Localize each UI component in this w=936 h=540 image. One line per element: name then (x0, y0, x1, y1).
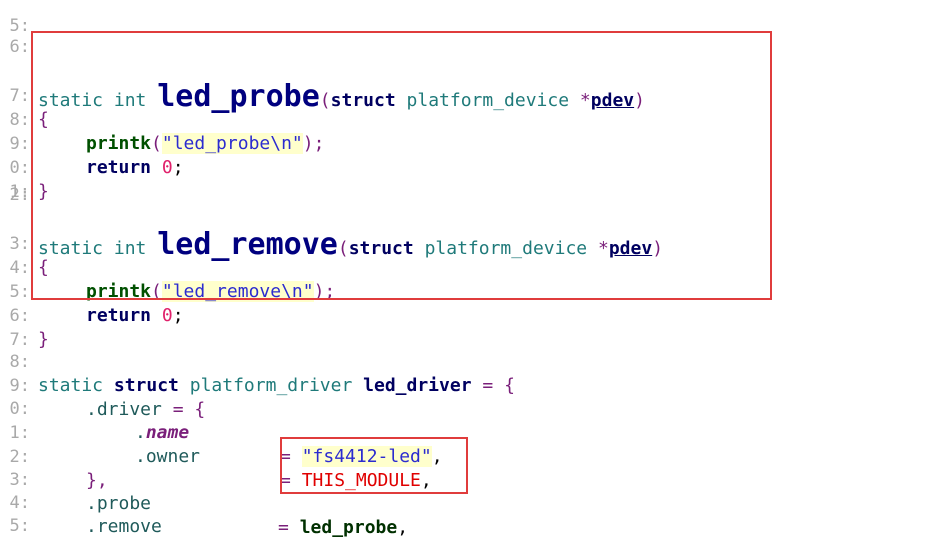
brace: { (194, 399, 206, 420)
code-text: .driver = { (86, 398, 205, 422)
code-line: 4: printk("led_remove\n"); (0, 232, 335, 302)
operator: = (482, 375, 494, 396)
keyword: int (113, 238, 147, 259)
type-name: platform_device (406, 90, 570, 111)
function-call: printk (86, 281, 152, 302)
string-literal: "led_probe\n" (161, 133, 303, 154)
code-line: 1: (0, 156, 43, 202)
comma: , (397, 517, 409, 538)
code-line: 0: } (0, 132, 49, 202)
semicolon: ; (172, 305, 184, 326)
field-dot: . (135, 422, 146, 443)
code-text: .owner (135, 445, 200, 469)
number-literal: 0 (161, 157, 173, 178)
field-name: .owner (135, 446, 201, 467)
operator: = (280, 446, 291, 467)
keyword: struct (330, 90, 396, 111)
code-line: 6: static int led_probe(struct platform_… (0, 32, 645, 112)
brace: }, (86, 470, 108, 491)
code-text: .probe (86, 492, 151, 516)
paren: ( (337, 238, 349, 259)
code-line: 0: .name = "fs4412-led", (0, 373, 443, 467)
operator: = (172, 399, 184, 420)
parameter: pdev (590, 90, 635, 111)
operator: = (280, 470, 291, 491)
code-line: 5: }; (0, 490, 60, 540)
function-name: led_remove (157, 227, 338, 262)
field-name: .probe (86, 493, 152, 514)
keyword: return (86, 157, 152, 178)
brace: { (504, 375, 515, 396)
field-name: .driver (86, 399, 162, 420)
code-line: 4: .remove = led_remove, (0, 467, 162, 537)
paren: ) (652, 238, 664, 259)
code-text: printk("led_probe\n"); (86, 132, 324, 156)
type-name: platform_device (424, 238, 588, 259)
paren: ( (319, 90, 331, 111)
string-literal: "led_remove\n" (161, 281, 314, 302)
function-name: led_probe (157, 79, 320, 114)
code-text: .name (135, 421, 189, 445)
code-text: = led_probe, (278, 516, 408, 540)
comma: , (420, 470, 432, 491)
operator: = (278, 517, 289, 538)
semicolon: ; (172, 157, 184, 178)
keyword: struct (348, 238, 414, 259)
keyword: static (38, 375, 104, 396)
identifier: led_probe (299, 517, 398, 538)
identifier: led_driver (363, 375, 472, 396)
line-number: 6: (9, 37, 30, 57)
code-line: 7: { (0, 60, 49, 130)
operator: * (597, 238, 609, 259)
code-line: 2: }, (0, 421, 108, 491)
code-text: static struct platform_driver led_driver… (38, 374, 515, 398)
code-text: return 0; (86, 304, 184, 328)
parameter: pdev (608, 238, 653, 259)
code-line: 6: } (0, 280, 49, 350)
code-text: = "fs4412-led", (280, 445, 443, 469)
code-line: 1: .owner = THIS_MODULE, (0, 397, 432, 491)
code-editor[interactable]: 5: 6: static int led_probe(struct platfo… (0, 0, 936, 540)
code-line: 8: static struct platform_driver led_dri… (0, 326, 515, 396)
paren: ); (313, 281, 336, 302)
keyword: int (113, 90, 147, 111)
paren: ( (151, 281, 162, 302)
function-call: printk (86, 133, 152, 154)
paren: ); (302, 133, 325, 154)
code-text: = THIS_MODULE, (280, 469, 432, 493)
code-text: static int led_probe(struct platform_dev… (38, 82, 645, 114)
type-name: platform_driver (189, 375, 353, 396)
paren: ( (151, 133, 162, 154)
number-literal: 0 (161, 305, 173, 326)
code-text: }, (86, 469, 108, 493)
keyword: return (86, 305, 152, 326)
comma: , (431, 446, 443, 467)
macro: THIS_MODULE (301, 470, 421, 491)
operator: * (579, 90, 591, 111)
code-line: 3: { (0, 208, 49, 278)
keyword: struct (113, 375, 179, 396)
string-literal: "fs4412-led" (301, 446, 432, 467)
code-line: 5: (0, 0, 43, 36)
code-line: 5: return 0; (0, 256, 184, 326)
code-text: .remove (86, 515, 162, 539)
field-name: .remove (86, 516, 162, 537)
code-text: printk("led_remove\n"); (86, 280, 335, 304)
code-line: 3: .probe = led_probe, (0, 444, 409, 538)
paren: ) (634, 90, 645, 111)
code-line: 2: static int led_remove(struct platform… (0, 180, 664, 260)
code-line: 6: (0, 514, 43, 538)
code-text: return 0; (86, 156, 184, 180)
code-line: 8: printk("led_probe\n"); (0, 84, 324, 154)
code-line: 9: return 0; (0, 108, 184, 178)
field-name: name (145, 422, 190, 443)
code-line: 7: (0, 304, 43, 350)
code-text: static int led_remove(struct platform_de… (38, 230, 664, 262)
code-line: 9: .driver = { (0, 350, 206, 420)
line-number: 2: (9, 185, 30, 205)
